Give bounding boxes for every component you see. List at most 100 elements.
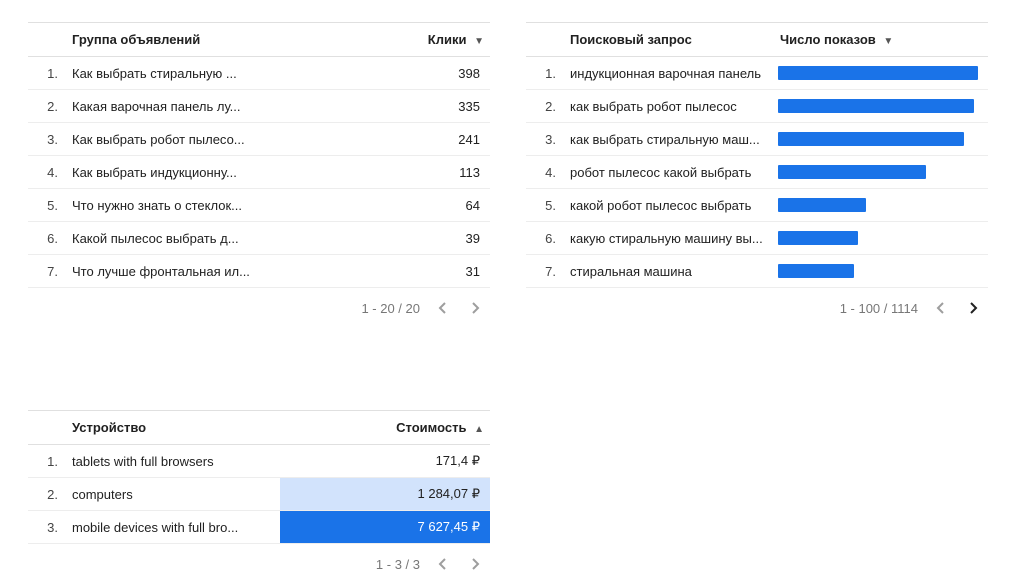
row-label: индукционная варочная панель (570, 66, 778, 81)
chevron-left-icon (438, 302, 448, 314)
row-label: Что лучше фронтальная ил... (72, 264, 280, 279)
row-index: 3. (526, 132, 570, 147)
search-queries-pager: 1 - 100 / 1114 (526, 288, 988, 328)
row-index: 2. (28, 99, 72, 114)
search-queries-header: Поисковый запрос Число показов ▼ (526, 23, 988, 57)
sort-desc-icon: ▼ (883, 36, 893, 47)
table-row[interactable]: 1.tablets with full browsers171,4 ₽ (28, 445, 490, 478)
card-search-queries: Поисковый запрос Число показов ▼ 1.индук… (526, 22, 988, 328)
table-row[interactable]: 4.робот пылесос какой выбрать (526, 156, 988, 189)
table-row[interactable]: 7.стиральная машина (526, 255, 988, 288)
bar-fill (778, 99, 974, 113)
pager-range: 1 - 100 / 1114 (840, 301, 918, 316)
card-ad-groups: Группа объявлений Клики ▼ 1.Как выбрать … (28, 22, 490, 328)
row-index: 3. (28, 132, 72, 147)
header-metric-label: Клики (428, 32, 467, 47)
bar-fill (778, 231, 858, 245)
row-index: 5. (526, 198, 570, 213)
row-index: 6. (28, 231, 72, 246)
row-bar-cell (778, 255, 988, 287)
row-label: какой робот пылесос выбрать (570, 198, 778, 213)
header-primary[interactable]: Поисковый запрос (570, 32, 778, 47)
row-index: 2. (526, 99, 570, 114)
bar-fill (778, 165, 926, 179)
row-value: 31 (280, 264, 490, 279)
bar-fill (778, 264, 854, 278)
chevron-right-icon (470, 558, 480, 570)
prev-page-button[interactable] (434, 555, 452, 573)
row-label: tablets with full browsers (72, 454, 280, 469)
header-primary[interactable]: Устройство (72, 420, 280, 435)
bar-fill (778, 66, 978, 80)
header-metric-label: Стоимость (396, 420, 466, 435)
row-index: 4. (526, 165, 570, 180)
table-row[interactable]: 3.mobile devices with full bro...7 627,4… (28, 511, 490, 544)
table-row[interactable]: 5.Что нужно знать о стеклок...64 (28, 189, 490, 222)
table-row[interactable]: 4.Как выбрать индукционну...113 (28, 156, 490, 189)
table-row[interactable]: 3.как выбрать стиральную маш... (526, 123, 988, 156)
row-bar-cell (778, 90, 988, 122)
row-value: 113 (280, 165, 490, 180)
header-metric[interactable]: Стоимость ▲ (280, 420, 490, 435)
table-row[interactable]: 3.Как выбрать робот пылесо...241 (28, 123, 490, 156)
chevron-left-icon (438, 558, 448, 570)
row-value: 171,4 ₽ (280, 445, 490, 477)
header-primary[interactable]: Группа объявлений (72, 32, 280, 47)
row-index: 5. (28, 198, 72, 213)
row-label: робот пылесос какой выбрать (570, 165, 778, 180)
row-bar-cell (778, 222, 988, 254)
row-label: mobile devices with full bro... (72, 520, 280, 535)
table-row[interactable]: 2.computers1 284,07 ₽ (28, 478, 490, 511)
ad-groups-header: Группа объявлений Клики ▼ (28, 23, 490, 57)
row-label: computers (72, 487, 280, 502)
row-bar-cell (778, 57, 988, 89)
header-metric[interactable]: Число показов ▼ (778, 32, 988, 47)
table-row[interactable]: 1.индукционная варочная панель (526, 57, 988, 90)
row-label: как выбрать стиральную маш... (570, 132, 778, 147)
row-value: 7 627,45 ₽ (280, 511, 490, 543)
devices-rows: 1.tablets with full browsers171,4 ₽2.com… (28, 445, 490, 544)
search-queries-rows: 1.индукционная варочная панель2.как выбр… (526, 57, 988, 288)
row-label: Как выбрать индукционну... (72, 165, 280, 180)
prev-page-button[interactable] (932, 299, 950, 317)
table-row[interactable]: 7.Что лучше фронтальная ил...31 (28, 255, 490, 288)
row-index: 6. (526, 231, 570, 246)
row-index: 1. (28, 66, 72, 81)
row-index: 3. (28, 520, 72, 535)
row-value: 335 (280, 99, 490, 114)
row-value: 241 (280, 132, 490, 147)
header-metric-label: Число показов (780, 32, 876, 47)
row-label: стиральная машина (570, 264, 778, 279)
row-bar-cell (778, 123, 988, 155)
chevron-right-icon (470, 302, 480, 314)
row-bar-cell (778, 189, 988, 221)
row-value: 398 (280, 66, 490, 81)
row-index: 7. (28, 264, 72, 279)
header-metric[interactable]: Клики ▼ (280, 32, 490, 47)
next-page-button[interactable] (964, 299, 982, 317)
table-row[interactable]: 6.Какой пылесос выбрать д...39 (28, 222, 490, 255)
chevron-left-icon (936, 302, 946, 314)
table-row[interactable]: 2.Какая варочная панель лу...335 (28, 90, 490, 123)
prev-page-button[interactable] (434, 299, 452, 317)
row-label: Как выбрать стиральную ... (72, 66, 280, 81)
row-value: 1 284,07 ₽ (280, 478, 490, 510)
next-page-button[interactable] (466, 555, 484, 573)
row-index: 1. (28, 454, 72, 469)
row-index: 1. (526, 66, 570, 81)
table-row[interactable]: 6.какую стиральную машину вы... (526, 222, 988, 255)
table-row[interactable]: 5.какой робот пылесос выбрать (526, 189, 988, 222)
row-label: Как выбрать робот пылесо... (72, 132, 280, 147)
row-index: 4. (28, 165, 72, 180)
row-index: 2. (28, 487, 72, 502)
sort-desc-icon: ▼ (474, 36, 484, 47)
row-value: 39 (280, 231, 490, 246)
table-row[interactable]: 1.Как выбрать стиральную ...398 (28, 57, 490, 90)
ad-groups-rows: 1.Как выбрать стиральную ...3982.Какая в… (28, 57, 490, 288)
table-row[interactable]: 2.как выбрать робот пылесос (526, 90, 988, 123)
row-value: 64 (280, 198, 490, 213)
next-page-button[interactable] (466, 299, 484, 317)
ad-groups-pager: 1 - 20 / 20 (28, 288, 490, 328)
devices-header: Устройство Стоимость ▲ (28, 411, 490, 445)
row-label: Какой пылесос выбрать д... (72, 231, 280, 246)
